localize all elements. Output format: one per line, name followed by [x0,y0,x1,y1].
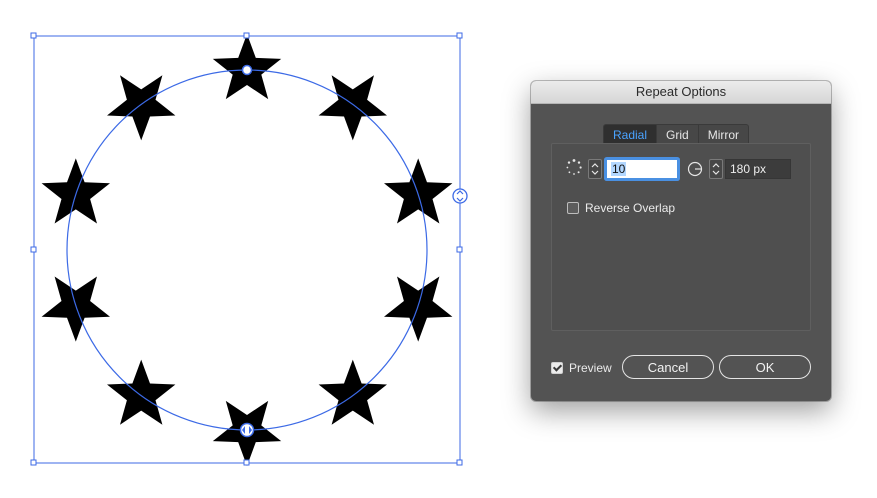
radius-icon [687,161,703,177]
split-handle-icon[interactable] [239,422,255,438]
star-instance[interactable] [41,276,110,342]
count-value: 10 [611,162,627,176]
repeat-radius-ring[interactable] [66,69,428,431]
star-instance[interactable] [384,276,453,342]
repeat-star-group[interactable] [41,34,453,466]
radius-input[interactable]: 180 px [725,159,791,179]
stepper-arrows-icon [712,163,720,175]
reverse-overlap-checkbox[interactable] [567,202,579,214]
dialog-title: Repeat Options [531,81,831,104]
tab-radial[interactable]: Radial [604,125,658,145]
selection-bounding-box [33,35,461,464]
instance-count-icon [566,159,582,175]
preview-checkbox[interactable] [551,362,563,374]
star-instance[interactable] [107,359,176,425]
bounding-box-handles[interactable] [30,32,463,466]
radius-stepper[interactable] [709,159,723,179]
ok-button[interactable]: OK [719,355,811,379]
reverse-overlap-label: Reverse Overlap [585,201,676,215]
cancel-button[interactable]: Cancel [622,355,714,379]
instance-slider-icon[interactable] [452,188,468,204]
star-instance[interactable] [318,359,387,425]
star-instance[interactable] [318,75,387,141]
reverse-overlap-option[interactable]: Reverse Overlap [567,201,675,215]
repeat-options-dialog: Repeat Options Radial Grid Mirror 10 180… [531,81,831,401]
tab-grid[interactable]: Grid [657,125,699,145]
radial-options-panel: 10 180 px Reverse Overlap [551,143,811,331]
artboard-canvas [30,32,468,466]
tab-mirror[interactable]: Mirror [699,125,748,145]
star-instance[interactable] [107,75,176,141]
star-instance[interactable] [384,158,453,224]
preview-option[interactable]: Preview [551,361,612,375]
instance-count-input[interactable]: 10 [606,159,678,179]
stepper-arrows-icon [591,163,599,175]
radius-handle[interactable] [241,64,253,76]
star-instance[interactable] [41,158,110,224]
preview-label: Preview [569,361,612,375]
count-stepper[interactable] [588,159,602,179]
